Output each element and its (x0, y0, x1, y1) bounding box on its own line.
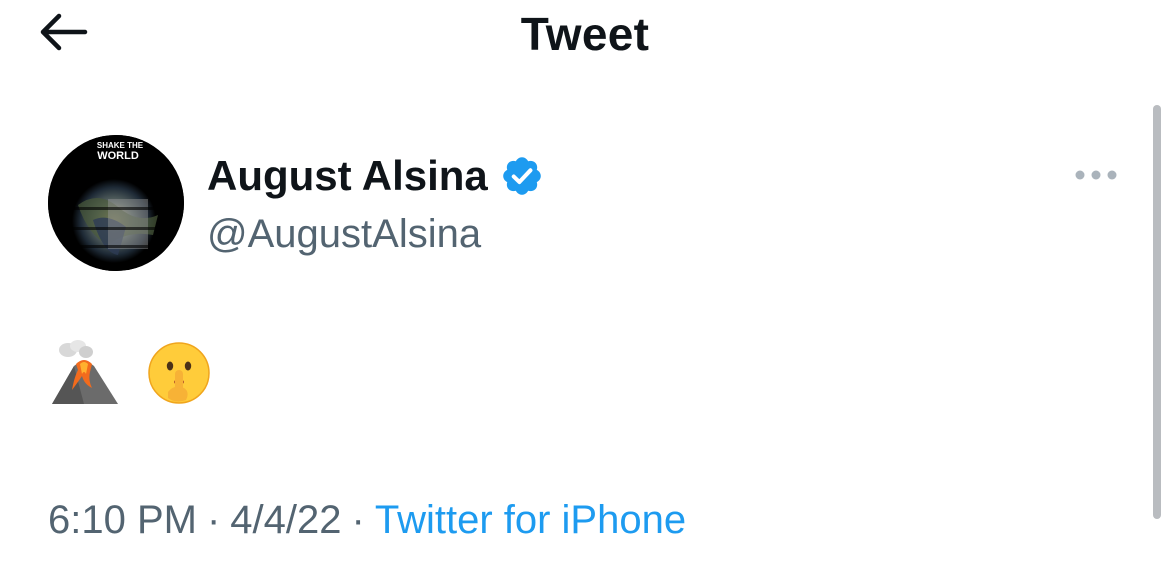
more-options-button[interactable] (1068, 160, 1124, 190)
shushing-face-emoji-icon (146, 340, 212, 411)
meta-separator-2: · (351, 498, 365, 542)
top-bar: Tweet (0, 0, 1170, 70)
avatar[interactable]: SHAKE THE WORLD (48, 135, 184, 271)
scrollbar[interactable] (1153, 105, 1161, 519)
avatar-text-bottom: WORLD (97, 150, 139, 162)
avatar-text-top: SHAKE THE (97, 141, 144, 150)
tweet-time[interactable]: 6:10 PM (48, 498, 197, 542)
volcano-emoji-icon (48, 339, 120, 411)
tweet-meta: 6:10 PM · 4/4/22 · Twitter for iPhone (48, 494, 686, 546)
author-info: August Alsina @AugustAlsina (207, 148, 544, 262)
tweet-date[interactable]: 4/4/22 (230, 498, 341, 542)
tweet-source-link[interactable]: Twitter for iPhone (375, 498, 686, 542)
verified-badge-icon (503, 157, 541, 195)
page-title: Tweet (520, 8, 650, 60)
user-handle[interactable]: @AugustAlsina (207, 206, 544, 262)
display-name[interactable]: August Alsina (207, 148, 488, 204)
tweet-text (48, 339, 238, 411)
more-options-icon (1075, 170, 1117, 180)
meta-separator: · (206, 498, 221, 542)
